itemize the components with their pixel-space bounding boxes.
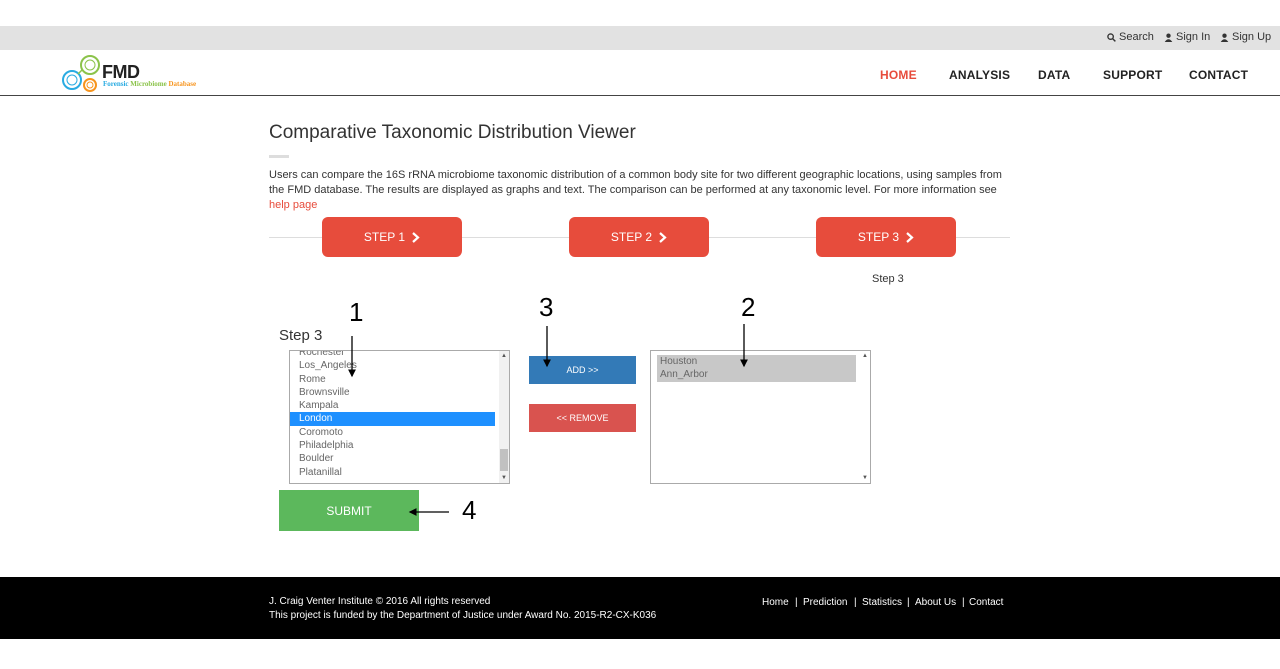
footer-link-about-us[interactable]: About Us [915,597,956,608]
footer-separator: | [962,597,965,608]
footer-separator: | [795,597,798,608]
footer-separator: | [854,597,857,608]
footer-link-prediction[interactable]: Prediction [803,597,847,608]
callout-label: 2 [741,292,756,322]
callout-label: 4 [462,495,477,525]
callout-arrows [348,324,748,516]
callout-label: 1 [349,297,364,327]
footer-link-statistics[interactable]: Statistics [862,597,902,608]
footer-link-home[interactable]: Home [762,597,789,608]
footer-copyright: J. Craig Venter Institute © 2016 All rig… [269,596,491,607]
footer-separator: | [907,597,910,608]
footer-funding: This project is funded by the Department… [269,610,657,621]
callout-label: 3 [539,292,554,322]
footer-link-contact[interactable]: Contact [969,597,1003,608]
page-footer [0,577,1280,639]
